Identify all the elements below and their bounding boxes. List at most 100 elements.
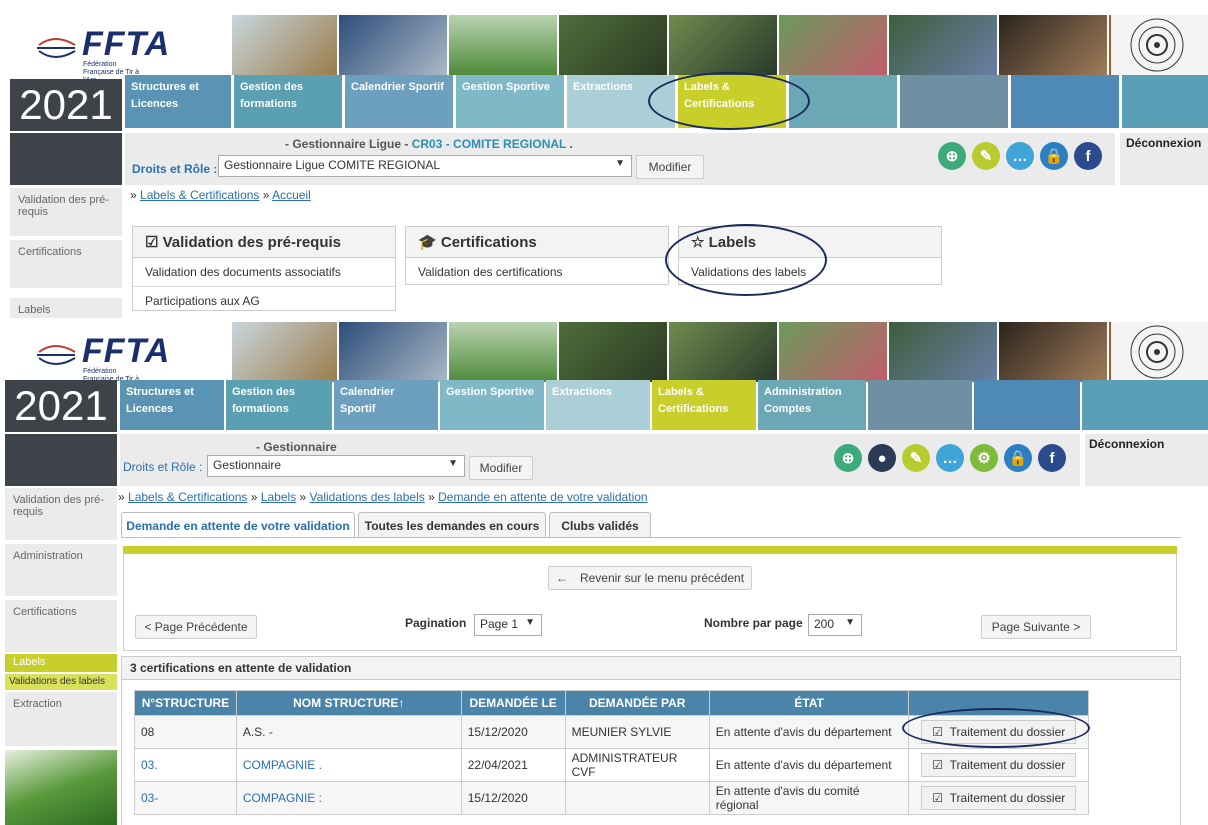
chat-icon[interactable]: … [1006,142,1034,170]
cell-requested-on: 22/04/2021 [460,748,566,782]
nav-calendrier-sportif[interactable]: Calendrier Sportif [345,75,453,128]
chevron-down-icon: ▼ [448,458,458,469]
user-info-suffix: . [569,137,573,151]
side-validation-prerequis[interactable]: Validation des pré-requis [10,188,122,236]
results-title: 3 certifications en attente de validatio… [121,656,1181,680]
link-validation-documents[interactable]: Validation des documents associatifs [133,258,395,287]
nav-structures-licences[interactable]: Structures et Licences [120,380,224,430]
tab-clubs-valides[interactable]: Clubs validés [549,512,651,538]
nav-structures-licences[interactable]: Structures et Licences [125,75,231,128]
edit-icon[interactable]: ✎ [972,142,1000,170]
per-page-select-value: 200 [814,617,835,631]
dark-block [5,434,117,486]
side-administration[interactable]: Administration [5,544,117,596]
breadcrumb-labels-certifications[interactable]: Labels & Certifications [128,490,247,504]
edit-icon[interactable]: ✎ [902,444,930,472]
tab-demande-attente[interactable]: Demande en attente de votre validation [121,512,355,538]
per-page-select[interactable]: 200 ▼ [808,614,862,636]
arrow-logo-icon [37,345,76,365]
process-file-button[interactable]: ☑ Traitement du dossier [921,786,1077,810]
chat-icon[interactable]: … [936,444,964,472]
panel-header: ☑ Validation des pré-requis [133,227,395,258]
search-plus-icon[interactable]: ⊕ [938,142,966,170]
breadcrumb-sep: » [428,490,435,504]
gear-icon[interactable]: ⚙ [970,444,998,472]
nav-gestion-sportive[interactable]: Gestion Sportive [440,380,544,430]
logout-button[interactable]: Déconnexion [1120,133,1208,185]
top-banner: FFTA Fédération Française de Tir à l'Arc [0,15,1208,84]
col-requested-by[interactable]: DEMANDÉE PAR [564,690,710,716]
facebook-icon[interactable]: f [1074,142,1102,170]
lock-icon[interactable]: 🔒 [1040,142,1068,170]
lock-icon[interactable]: 🔒 [1004,444,1032,472]
breadcrumb-validations-labels[interactable]: Validations des labels [310,490,425,504]
user-structure-code: CR03 - COMITE REGIONAL [411,137,567,151]
role-label: Droits et Rôle : [132,162,218,176]
link-participations-ag[interactable]: Participations aux AG [133,287,395,315]
breadcrumb: » Labels & Certifications » Labels » Val… [118,490,648,504]
side-extraction[interactable]: Extraction [5,692,117,746]
results-table: N°STRUCTURE NOM STRUCTURE↑ DEMANDÉE LE D… [134,690,1089,815]
nav-administration-comptes[interactable]: Administration Comptes [758,380,866,430]
page-select-value: Page 1 [480,617,519,631]
highlight-circle [902,708,1090,748]
nav-labels-certifications[interactable]: Labels & Certifications [652,380,756,430]
panel-validation-prerequis: ☑ Validation des pré-requis Validation d… [132,226,396,311]
arrow-left-icon: ← [555,571,568,585]
modify-button[interactable]: Modifier [469,456,533,480]
process-file-label: Traitement du dossier [949,758,1066,772]
side-certifications[interactable]: Certifications [10,240,122,288]
role-select[interactable]: Gestionnaire Ligue COMITE REGIONAL ▼ [218,155,632,177]
process-file-button[interactable]: ☑ Traitement du dossier [921,753,1077,777]
link-validation-certifications[interactable]: Validation des certifications [406,258,668,286]
side-validations-labels[interactable]: Validations des labels [5,674,117,690]
nav-gestion-formations[interactable]: Gestion des formations [234,75,342,128]
cell-action: ☑ Traitement du dossier [908,748,1089,782]
panel-header: 🎓 Certifications [406,227,668,258]
panel-title: Validation des pré-requis [162,234,342,251]
side-labels[interactable]: Labels [5,654,117,672]
side-validation-prerequis[interactable]: Validation des pré-requis [5,488,117,540]
col-state[interactable]: ÉTAT [708,690,910,716]
cell-state: En attente d'avis du comité régional [708,781,910,815]
role-label: Droits et Rôle : [123,460,202,474]
cell-requested-by: ADMINISTRATEUR CVF [564,748,710,782]
banner-photos [232,322,1208,382]
ffta-logo[interactable]: FFTA Fédération Française de Tir à l'Arc [0,15,230,84]
nav-extractions[interactable]: Extractions [546,380,650,430]
ffta-logo[interactable]: FFTA Fédération Française de Tir à l'Arc [0,322,230,391]
side-photo [5,750,117,825]
breadcrumb-sep: » [262,188,270,202]
process-file-label: Traitement du dossier [949,791,1066,805]
user-info: - Gestionnaire Ligue - CR03 - COMITE REG… [285,137,573,151]
user-icon[interactable]: ● [868,444,896,472]
breadcrumb-sep: » [250,490,258,504]
logout-button[interactable]: Déconnexion [1085,434,1208,486]
breadcrumb-labels-certifications[interactable]: Labels & Certifications [140,188,259,202]
modify-button[interactable]: Modifier [636,155,704,179]
col-structure-number[interactable]: N°STRUCTURE [134,690,237,716]
role-select[interactable]: Gestionnaire ▼ [207,455,465,477]
col-requested-on[interactable]: DEMANDÉE LE [460,690,566,716]
col-structure-name[interactable]: NOM STRUCTURE↑ [235,690,462,716]
nav-gestion-sportive[interactable]: Gestion Sportive [456,75,564,128]
nav-gestion-formations[interactable]: Gestion des formations [226,380,332,430]
nav-calendrier-sportif[interactable]: Calendrier Sportif [334,380,438,430]
facebook-icon[interactable]: f [1038,444,1066,472]
breadcrumb-labels[interactable]: Labels [261,490,296,504]
chevron-down-icon: ▼ [845,617,855,628]
role-select-value: Gestionnaire Ligue COMITE REGIONAL [224,158,441,172]
user-role-text: - Gestionnaire Ligue - [285,137,409,151]
next-page-button[interactable]: Page Suivante > [981,615,1091,639]
breadcrumb-demande-attente[interactable]: Demande en attente de votre validation [438,490,647,504]
breadcrumb-accueil[interactable]: Accueil [272,188,311,202]
search-plus-icon[interactable]: ⊕ [834,444,862,472]
back-button[interactable]: ← Revenir sur le menu précédent [548,566,752,590]
side-labels[interactable]: Labels [10,298,122,318]
side-certifications[interactable]: Certifications [5,600,117,652]
prev-page-button[interactable]: < Page Précédente [135,615,257,639]
chevron-down-icon: ▼ [615,158,625,169]
pagination-label: Pagination [405,616,467,630]
page-select[interactable]: Page 1 ▼ [474,614,542,636]
tab-toutes-demandes[interactable]: Toutes les demandes en cours [358,512,546,538]
